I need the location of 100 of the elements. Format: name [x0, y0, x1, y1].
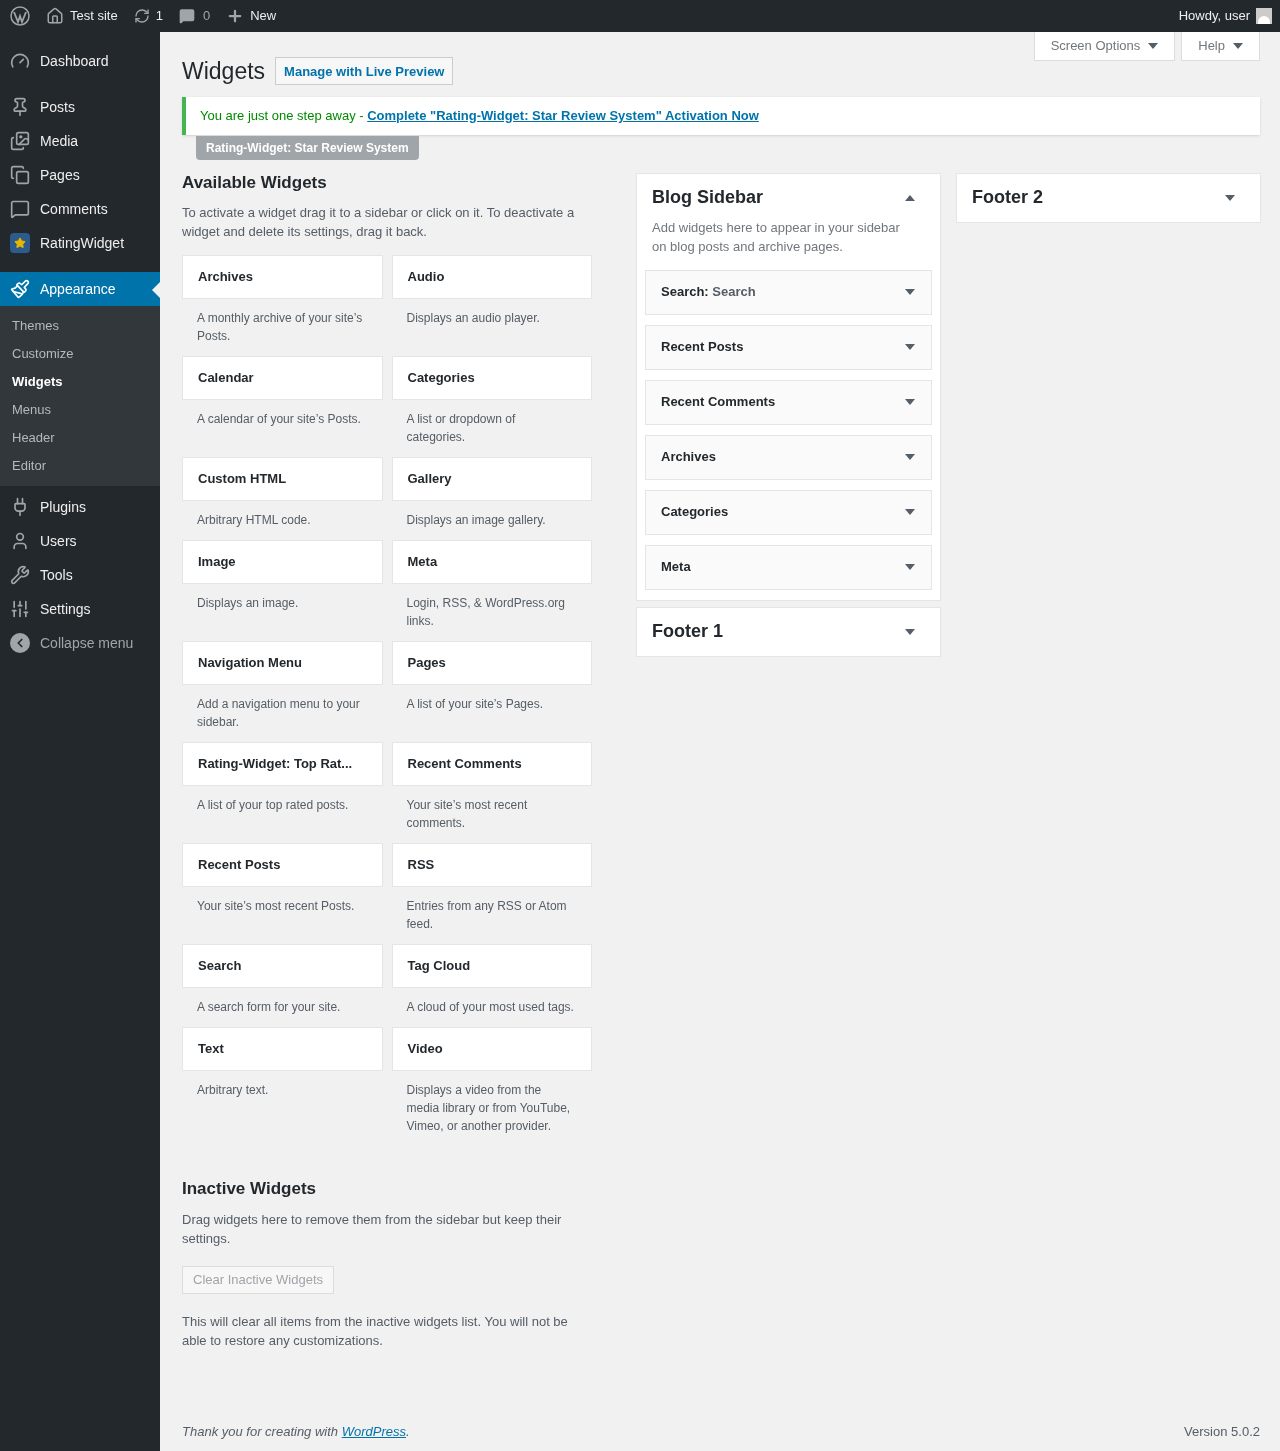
widget-description: Displays an image.	[196, 595, 300, 612]
widget-tile[interactable]: Custom HTML	[182, 457, 383, 501]
widget-description: Your site’s most recent comments.	[405, 797, 529, 832]
site-link[interactable]: Test site	[70, 6, 118, 26]
new-link[interactable]: New	[250, 6, 277, 26]
sidebar-widget[interactable]: Archives	[645, 434, 932, 480]
expand-arrow-icon[interactable]	[905, 344, 915, 350]
widget-tile[interactable]: Recent Posts	[182, 843, 383, 887]
menu-item[interactable]: Tools	[0, 558, 160, 592]
sidebar-header[interactable]: Footer 2	[957, 173, 1260, 222]
sidebar-title: Footer 2	[972, 186, 1043, 209]
widget-tile[interactable]: Rating-Widget: Top Rat...	[182, 742, 383, 786]
user-icon	[10, 531, 30, 551]
submenu-item[interactable]: Menus	[0, 396, 160, 424]
widget-tile[interactable]: Search	[182, 944, 383, 988]
widget-tile[interactable]: Pages	[391, 641, 592, 685]
widget-description: Arbitrary text.	[196, 1082, 270, 1099]
menu-item[interactable]: Pages	[0, 158, 160, 192]
current-pointer-icon	[152, 282, 160, 298]
sidebar-title: Footer 1	[652, 620, 723, 643]
widget-description: A list or dropdown of categories.	[405, 411, 517, 446]
collapse-arrow-icon[interactable]	[905, 194, 915, 201]
sidebar-title: Blog Sidebar	[652, 186, 763, 209]
pin-icon	[10, 97, 30, 117]
submenu-item[interactable]: Customize	[0, 340, 160, 368]
menu-item[interactable]: Posts	[0, 90, 160, 124]
pages-icon	[10, 165, 30, 185]
activation-link[interactable]: Complete "Rating-Widget: Star Review System" Activation Now	[367, 107, 759, 123]
collapse-icon	[10, 633, 30, 653]
submenu-item[interactable]: Themes	[0, 312, 160, 340]
widget-title: Recent Comments	[661, 393, 776, 412]
widget-tile[interactable]: Categories	[391, 356, 592, 400]
widget-description: A cloud of your most used tags.	[405, 999, 575, 1016]
sidebar-widget[interactable]: Categories	[645, 489, 932, 535]
sidebar-widget[interactable]: Meta	[645, 544, 932, 590]
expand-arrow-icon[interactable]	[905, 399, 915, 405]
submenu-item[interactable]: Header	[0, 424, 160, 452]
sidebar-header[interactable]: Footer 1	[637, 607, 940, 656]
widget-tile[interactable]: Text	[182, 1027, 383, 1071]
widget-description: Displays an audio player.	[405, 310, 541, 327]
comments-count[interactable]: 0	[202, 6, 211, 26]
widget-description: Arbitrary HTML code.	[196, 512, 312, 529]
widget-description: Entries from any RSS or Atom feed.	[405, 898, 568, 933]
menu-item[interactable]: RatingWidget	[0, 226, 160, 260]
menu-item[interactable]: Dashboard	[0, 44, 160, 78]
home-icon[interactable]	[46, 7, 64, 25]
widget-tile[interactable]: Navigation Menu	[182, 641, 383, 685]
version-text: Version 5.0.2	[1184, 1422, 1260, 1441]
paintbrush-icon	[10, 279, 30, 299]
expand-arrow-icon[interactable]	[1233, 43, 1243, 49]
menu-item[interactable]: Settings	[0, 592, 160, 626]
submenu-item[interactable]: Widgets	[0, 368, 160, 396]
menu-item[interactable]: Media	[0, 124, 160, 158]
updates-count[interactable]: 1	[155, 6, 163, 26]
menu-item[interactable]: Comments	[0, 192, 160, 226]
comment-icon[interactable]	[178, 8, 195, 24]
widget-tile[interactable]: Audio	[391, 255, 592, 299]
expand-arrow-icon[interactable]	[905, 564, 915, 570]
widget-title: Categories	[661, 503, 729, 522]
menu-item[interactable]: Appearance	[0, 272, 160, 306]
expand-arrow-icon[interactable]	[905, 454, 915, 460]
expand-arrow-icon[interactable]	[1148, 43, 1159, 49]
widget-tile[interactable]: RSS	[391, 843, 592, 887]
howdy-link[interactable]: Howdy, user	[1178, 6, 1250, 26]
widget-tile[interactable]: Gallery	[391, 457, 592, 501]
widget-description: Login, RSS, & WordPress.org links.	[405, 595, 566, 630]
widget-tile[interactable]: Archives	[182, 255, 383, 299]
widget-description: Add a navigation menu to your sidebar.	[196, 696, 361, 731]
submenu-item[interactable]: Editor	[0, 452, 160, 480]
menu-item[interactable]: Collapse menu	[0, 626, 160, 660]
widget-description: Displays a video from the media library or from YouTube, Vimeo, or another provider.	[405, 1082, 572, 1135]
expand-arrow-icon[interactable]	[1225, 194, 1235, 201]
widget-tile[interactable]: Tag Cloud	[391, 944, 592, 988]
live-preview-button[interactable]: Manage with Live Preview	[275, 57, 454, 86]
page-title: Widgets	[182, 57, 266, 86]
widget-title: Recent Posts	[661, 338, 744, 357]
sidebar-widget[interactable]: Recent Comments	[645, 379, 932, 425]
sliders-icon	[10, 599, 30, 619]
wordpress-logo-icon[interactable]	[10, 6, 30, 26]
section-description: Drag widgets here to remove them from the sidebar but keep their settings.	[182, 1210, 563, 1248]
menu-item[interactable]: Plugins	[0, 490, 160, 524]
expand-arrow-icon[interactable]	[905, 509, 915, 515]
section-title: Inactive Widgets	[182, 1178, 317, 1200]
expand-arrow-icon[interactable]	[905, 628, 915, 635]
sidebar-widget[interactable]: Search: Search	[645, 269, 932, 315]
widget-tile[interactable]: Calendar	[182, 356, 383, 400]
widget-tile[interactable]: Video	[391, 1027, 592, 1071]
screen-options-button[interactable]: Screen Options	[1033, 32, 1176, 61]
sidebar-widget[interactable]: Recent Posts	[645, 324, 932, 370]
widget-tile[interactable]: Meta	[391, 540, 592, 584]
widget-tile[interactable]: Recent Comments	[391, 742, 592, 786]
menu-item[interactable]: Users	[0, 524, 160, 558]
widget-tile[interactable]: Image	[182, 540, 383, 584]
updates-icon[interactable]	[133, 8, 150, 24]
wordpress-link[interactable]: WordPress	[341, 1423, 406, 1439]
expand-arrow-icon[interactable]	[905, 289, 915, 295]
widget-description: A list of your top rated posts.	[196, 797, 350, 814]
help-button[interactable]: Help	[1181, 32, 1260, 61]
widget-description: A calendar of your site’s Posts.	[196, 411, 362, 428]
plugin-tag: Rating-Widget: Star Review System	[196, 135, 419, 160]
